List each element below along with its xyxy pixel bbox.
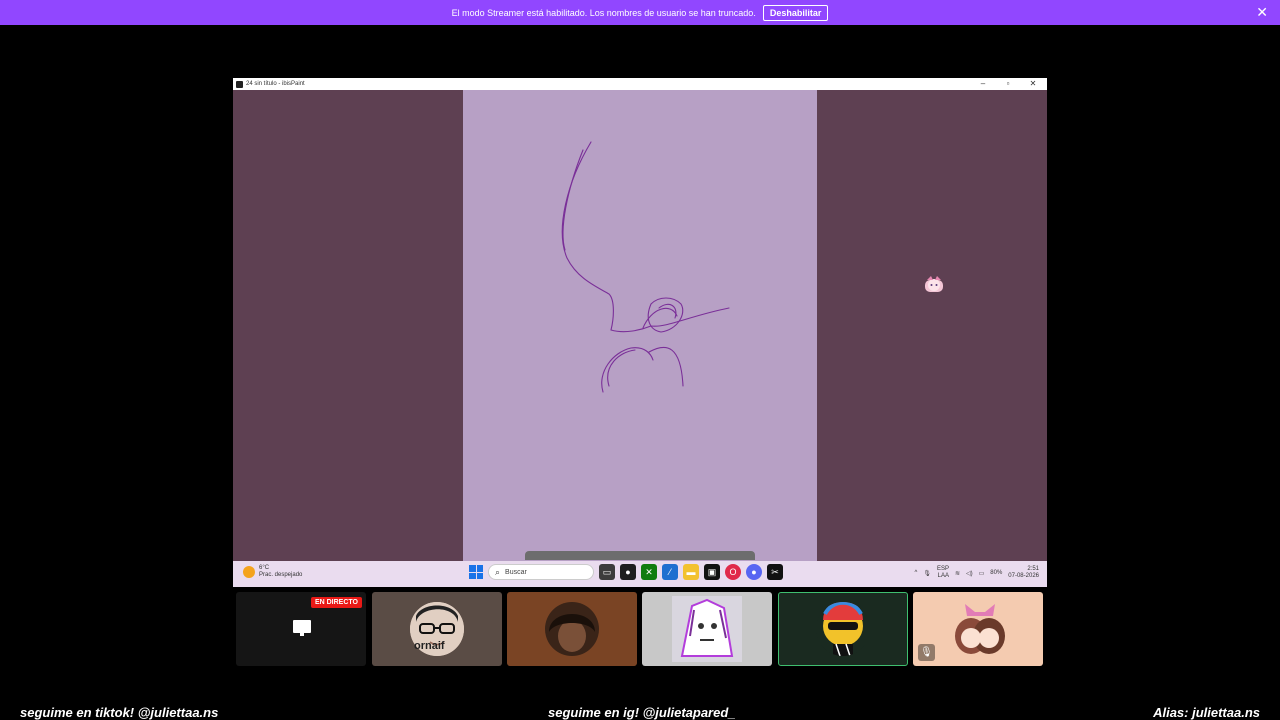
minimize-button[interactable]: – <box>971 78 995 90</box>
task-view-icon[interactable]: ▭ <box>599 564 615 580</box>
capcut-icon[interactable]: ✂ <box>767 564 783 580</box>
wifi-icon[interactable]: ≋ <box>955 570 960 577</box>
footer-tiktok: seguime en tiktok! @juliettaa.ns <box>20 705 219 720</box>
close-window-button[interactable]: ✕ <box>1021 78 1045 90</box>
system-tray: ^ 🎙 ESP LAA ≋ ◁) ▭ 80% 2:51 07-08-2026 <box>914 566 1039 580</box>
xbox-icon[interactable]: ✕ <box>641 564 657 580</box>
muted-mic-icon: 🎙 <box>918 644 935 661</box>
footer-alias: Alias: juliettaa.ns <box>1153 705 1260 720</box>
streamer-mode-banner: El modo Streamer está habilitado. Los no… <box>0 0 1280 25</box>
opera-icon[interactable]: O <box>725 564 741 580</box>
volume-icon[interactable]: ◁) <box>966 570 973 577</box>
avatar <box>672 596 742 662</box>
microphone-icon[interactable]: 🎙 <box>923 570 931 577</box>
participant-tile-stream[interactable]: EN DIRECTO <box>236 592 366 666</box>
participant-tile-6[interactable]: 🎙 <box>913 592 1043 666</box>
canvas-toolbar-handle[interactable] <box>525 551 755 560</box>
screen-share-icon <box>293 620 311 636</box>
tray-expand-icon[interactable]: ^ <box>914 570 917 576</box>
drawing-canvas[interactable] <box>463 90 817 561</box>
participant-tiles: EN DIRECTO ornaif 🎙 <box>236 592 1044 666</box>
battery-icon[interactable]: ▭ <box>979 570 985 577</box>
language-top[interactable]: ESP <box>937 566 949 573</box>
weather-sun-icon <box>243 566 255 578</box>
participant-tile-4[interactable] <box>642 592 772 666</box>
maximize-button[interactable]: ▫ <box>996 78 1020 90</box>
clock-time[interactable]: 2:51 <box>1008 566 1039 573</box>
weather-widget[interactable]: 6°C Prac. despejado <box>243 565 302 579</box>
avatar <box>947 596 1013 662</box>
window-titlebar: 24 sin título - ibisPaint – ▫ ✕ <box>233 78 1047 90</box>
weather-temp: 6°C <box>259 565 270 571</box>
ibispaint-taskbar-icon[interactable]: ▣ <box>704 564 720 580</box>
participant-tile-3[interactable] <box>507 592 637 666</box>
language-bottom[interactable]: LAA <box>937 573 949 580</box>
disable-button[interactable]: Deshabilitar <box>762 4 829 21</box>
ibispaint-logo-icon <box>236 80 243 88</box>
search-placeholder: Buscar <box>505 568 527 576</box>
chibi-sticker-icon <box>925 276 943 292</box>
participant-tile-5-speaking[interactable] <box>778 592 908 666</box>
sketch-strokes <box>561 141 730 393</box>
weather-desc: Prac. despejado <box>259 572 303 578</box>
streamer-mode-message: El modo Streamer está habilitado. Los no… <box>451 7 756 18</box>
close-banner-icon[interactable]: ✕ <box>1256 4 1268 21</box>
window-title: 24 sin título - ibisPaint <box>246 81 305 87</box>
shared-screen-window: 24 sin título - ibisPaint – ▫ ✕ 6°C Prac… <box>233 78 1047 587</box>
discord-icon[interactable]: ● <box>746 564 762 580</box>
clock-date[interactable]: 07-08-2026 <box>1008 573 1039 580</box>
battery-percent: 80% <box>990 570 1003 576</box>
file-explorer-icon[interactable]: ▬ <box>683 564 699 580</box>
taskbar-search[interactable]: ⌕ Buscar <box>488 564 594 580</box>
avatar <box>545 602 599 656</box>
editor-app-icon[interactable]: ⁄ <box>662 564 678 580</box>
windows-taskbar: 6°C Prac. despejado ⌕ Buscar ▭ ● ✕ ⁄ ▬ ▣… <box>233 561 1047 587</box>
avatar-overlay-text: ornaif <box>414 640 445 652</box>
live-badge: EN DIRECTO <box>310 597 362 608</box>
participant-tile-2[interactable]: ornaif <box>372 592 502 666</box>
footer-instagram: seguime en ig! @julietapared_ <box>548 705 736 720</box>
steam-icon[interactable]: ● <box>620 564 636 580</box>
avatar <box>816 602 870 656</box>
search-icon: ⌕ <box>495 566 501 577</box>
start-windows-icon[interactable] <box>469 565 483 579</box>
